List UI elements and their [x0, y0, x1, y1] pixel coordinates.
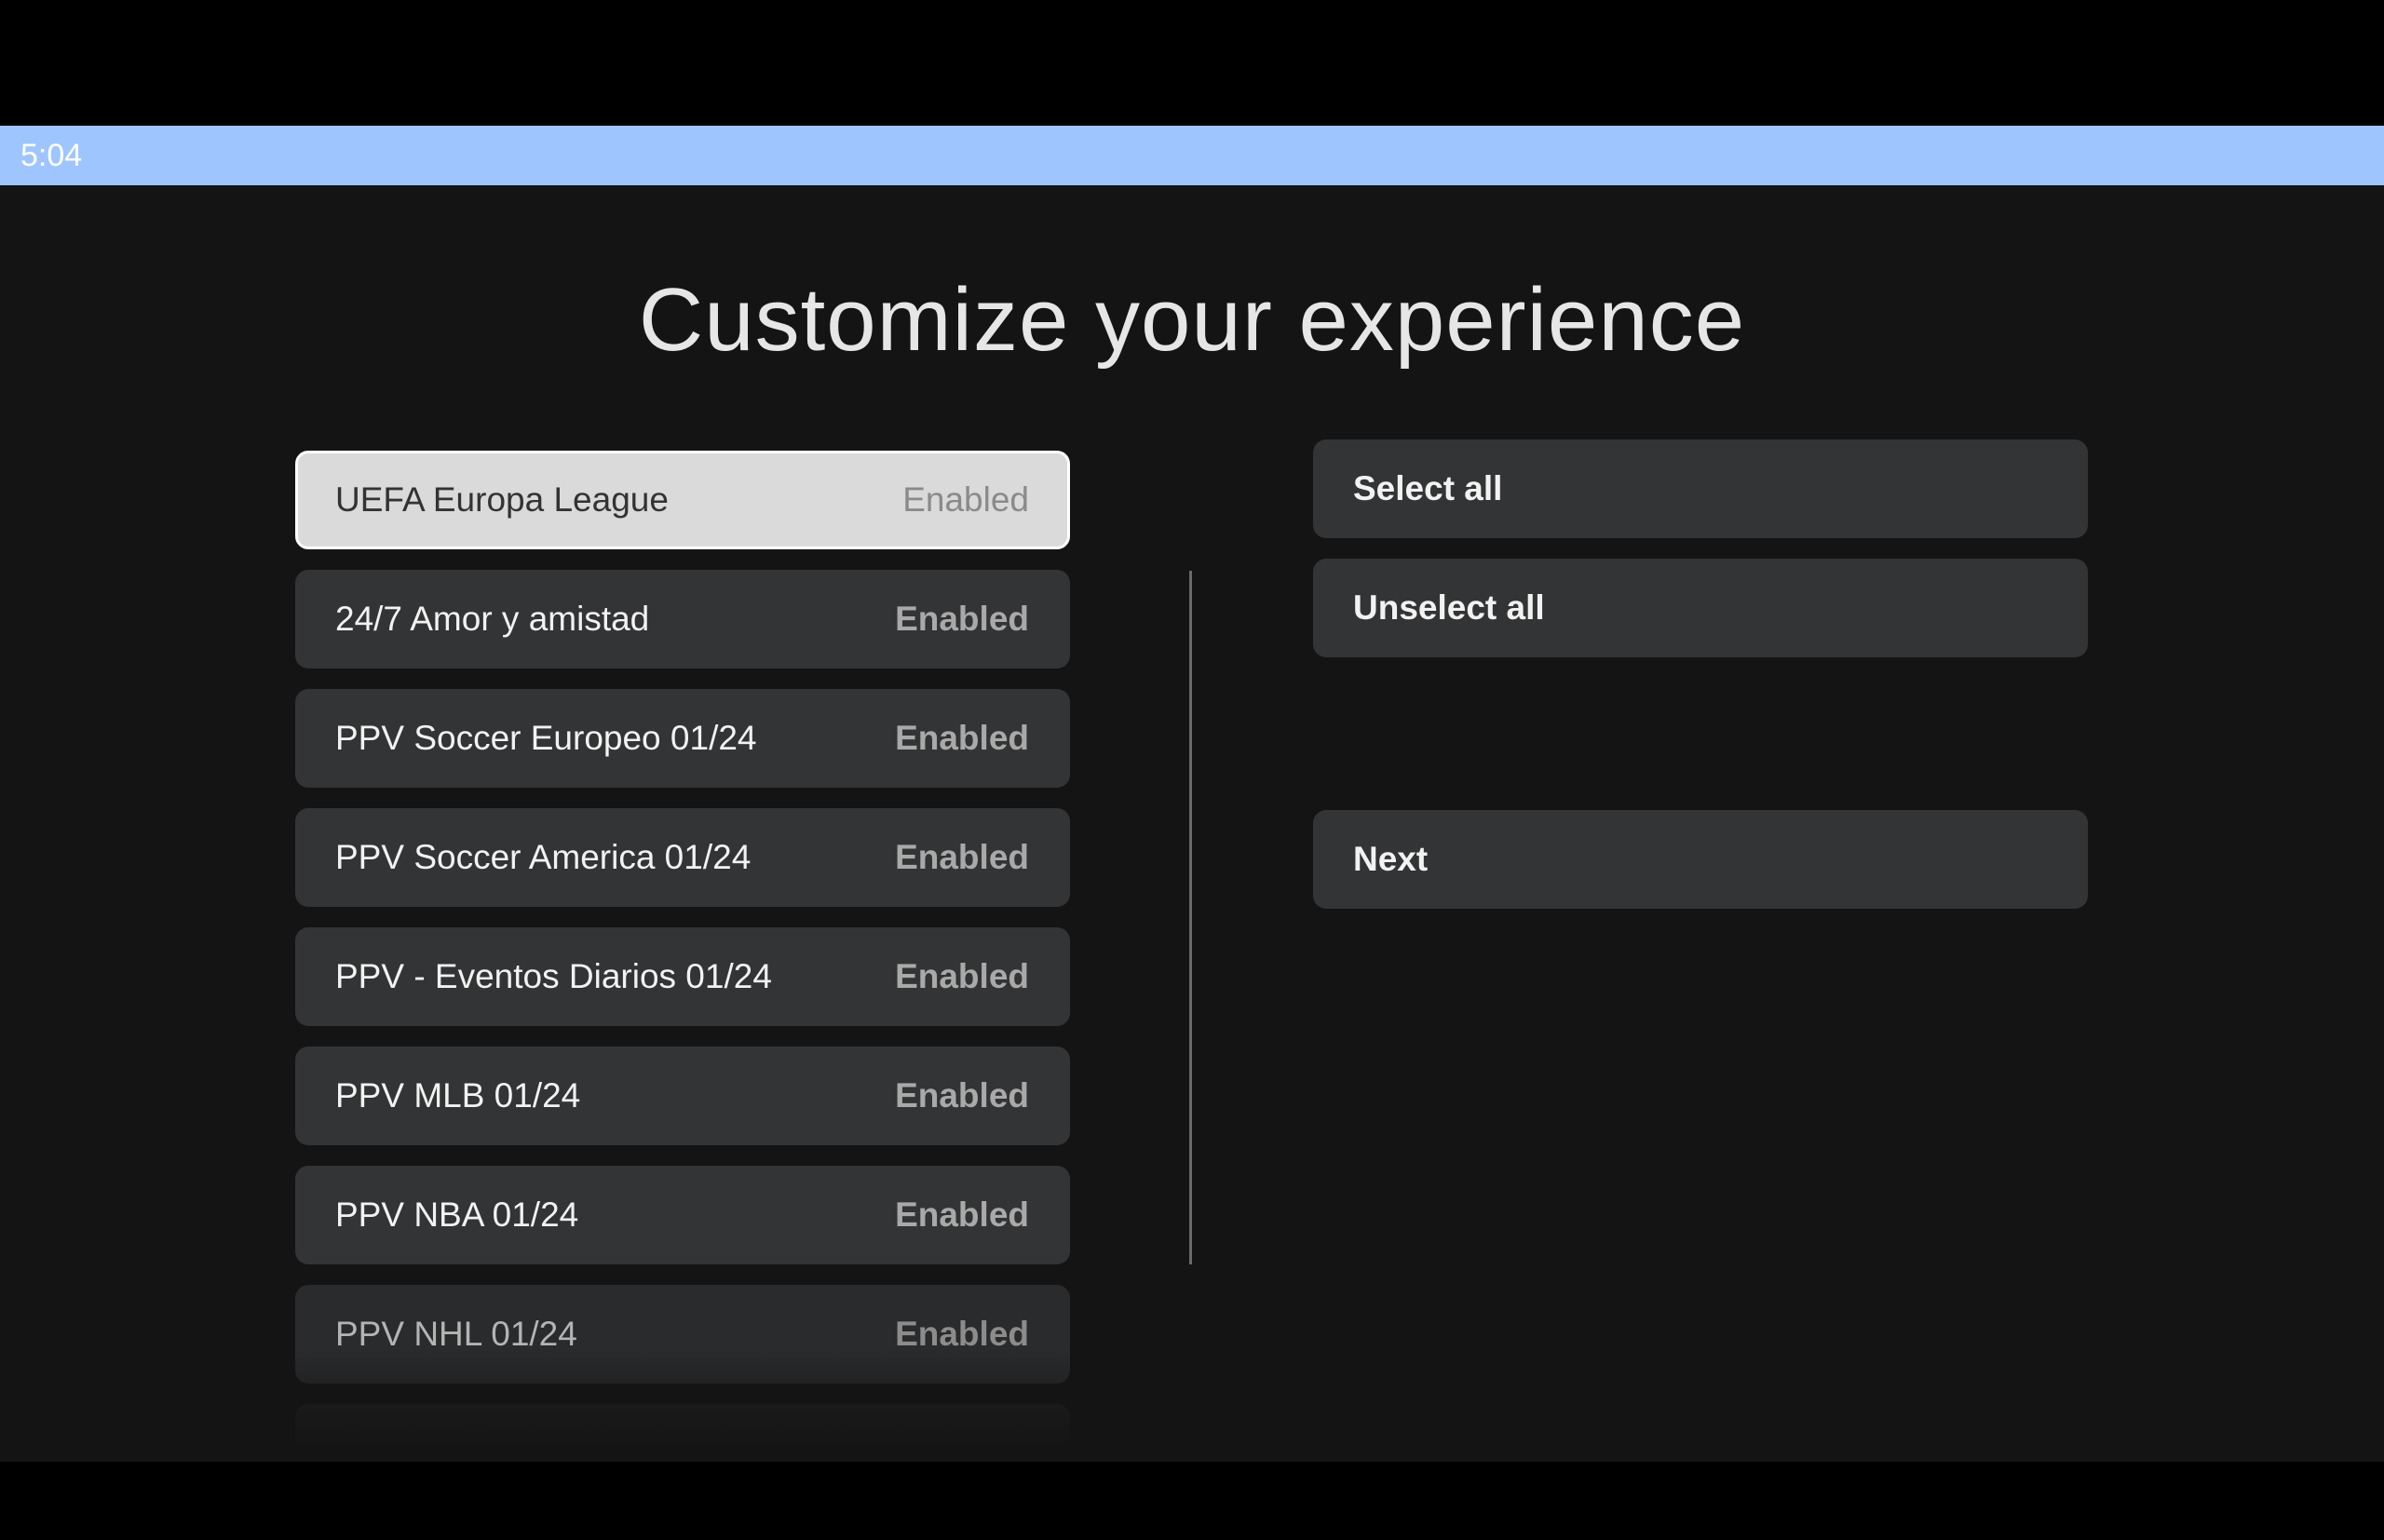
list-item[interactable]: PPV NHL 01/24 Enabled — [295, 1285, 1070, 1384]
select-all-button[interactable]: Select all — [1313, 439, 2088, 538]
unselect-all-label: Unselect all — [1353, 588, 1545, 627]
list-item[interactable]: PPV - Eventos Diarios 01/24 Enabled — [295, 927, 1070, 1026]
item-status: Enabled — [895, 1315, 1029, 1353]
list-item[interactable]: PPV Soccer America 01/24 Enabled — [295, 808, 1070, 907]
item-label: PPV - Eventos Diarios 01/24 — [335, 957, 772, 995]
item-label: PPV NBA 01/24 — [335, 1196, 579, 1234]
customize-screen: Customize your experience UEFA Europa Le… — [0, 185, 2384, 1462]
status-time: 5:04 — [20, 138, 83, 173]
next-button[interactable]: Next — [1313, 810, 2088, 909]
select-all-label: Select all — [1353, 469, 1503, 507]
page-title: Customize your experience — [638, 270, 1746, 370]
channel-list[interactable]: UEFA Europa League Enabled 24/7 Amor y a… — [295, 451, 1070, 1447]
item-status: Enabled — [895, 719, 1029, 757]
item-status: Enabled — [895, 1196, 1029, 1234]
item-label: UEFA Europa League — [335, 480, 669, 519]
next-label: Next — [1353, 840, 1429, 878]
letterbox-top — [0, 0, 2384, 126]
letterbox-bottom — [0, 1462, 2384, 1540]
item-status: Enabled — [902, 480, 1029, 519]
item-label: PPV Soccer Europeo 01/24 — [335, 719, 757, 757]
item-status: Enabled — [895, 600, 1029, 638]
item-status: Enabled — [895, 1076, 1029, 1114]
item-status: Enabled — [895, 838, 1029, 876]
unselect-all-button[interactable]: Unselect all — [1313, 559, 2088, 657]
list-item[interactable]: PPV MLB 01/24 Enabled — [295, 1047, 1070, 1145]
list-item[interactable]: PPV Soccer Europeo 01/24 Enabled — [295, 689, 1070, 788]
status-bar: 5:04 — [0, 126, 2384, 185]
vertical-divider — [1189, 571, 1192, 1264]
list-item[interactable]: 24/7 Amor y amistad Enabled — [295, 570, 1070, 669]
item-label: 24/7 Amor y amistad — [335, 600, 650, 638]
item-status: Enabled — [895, 957, 1029, 995]
item-label: PPV NHL 01/24 — [335, 1315, 577, 1353]
list-item-partial[interactable] — [295, 1404, 1070, 1447]
list-item[interactable]: PPV NBA 01/24 Enabled — [295, 1166, 1070, 1264]
list-item[interactable]: UEFA Europa League Enabled — [295, 451, 1070, 549]
item-label: PPV MLB 01/24 — [335, 1076, 581, 1114]
item-label: PPV Soccer America 01/24 — [335, 838, 752, 876]
